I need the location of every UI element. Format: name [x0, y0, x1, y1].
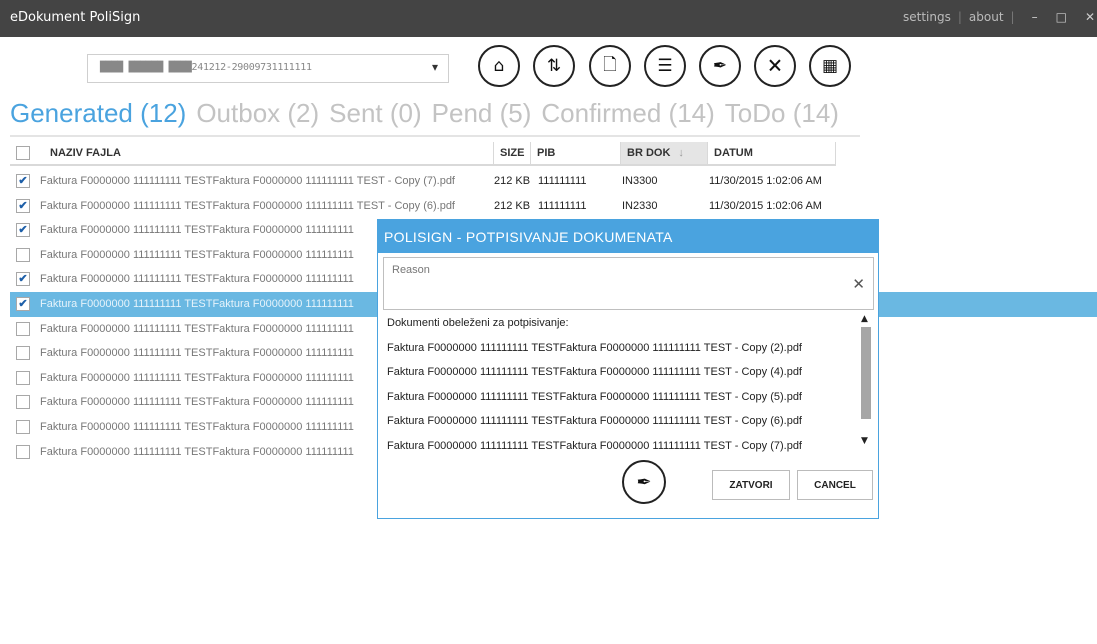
datum-cell: 11/30/2015 1:02:06 AM: [709, 199, 822, 212]
row-checkbox[interactable]: [16, 419, 30, 434]
file-name-cell: Faktura F0000000 111111111 TESTFaktura F…: [40, 297, 354, 310]
tab-bar: Generated (12) Outbox (2) Sent (0) Pend …: [10, 98, 849, 129]
settings-link[interactable]: settings: [903, 10, 951, 24]
row-checkbox[interactable]: [16, 346, 30, 361]
list-icon: ☰: [657, 56, 673, 76]
sync-button[interactable]: ⇅: [533, 45, 575, 87]
row-checkbox[interactable]: [16, 444, 30, 459]
scrollbar[interactable]: ▲ ▼: [859, 314, 873, 452]
column-header-size[interactable]: SIZE: [493, 142, 531, 164]
scroll-thumb[interactable]: [861, 327, 871, 419]
home-icon: ⌂: [493, 56, 505, 76]
list-item: Faktura F0000000 111111111 TESTFaktura F…: [387, 341, 802, 354]
row-checkbox[interactable]: [16, 370, 30, 385]
document-button[interactable]: 🗋: [589, 45, 631, 87]
file-name-cell: Faktura F0000000 111111111 TESTFaktura F…: [40, 347, 354, 360]
excel-export-button[interactable]: ▦: [809, 45, 851, 87]
reason-placeholder: Reason: [392, 264, 430, 276]
maximize-icon[interactable]: □: [1056, 10, 1067, 24]
scroll-down-icon[interactable]: ▼: [861, 436, 868, 446]
file-name-cell: Faktura F0000000 111111111 TESTFaktura F…: [40, 371, 354, 384]
sign-button[interactable]: ✒: [699, 45, 741, 87]
column-header-datum[interactable]: DATUM: [708, 142, 836, 164]
tab-generated[interactable]: Generated (12): [10, 98, 186, 129]
column-header-pib[interactable]: PIB: [531, 142, 621, 164]
close-icon[interactable]: ✕: [1085, 10, 1095, 24]
file-name-cell: Faktura F0000000 111111111 TESTFaktura F…: [40, 224, 354, 237]
document-list: Dokumenti obeleženi za potpisivanje: Fak…: [387, 316, 857, 463]
list-item: Faktura F0000000 111111111 TESTFaktura F…: [387, 366, 802, 378]
table-row[interactable]: ✔ Faktura F0000000 111111111 TESTFaktura …: [10, 169, 1097, 194]
column-header-brdok[interactable]: BR DOK ↓: [621, 142, 708, 164]
dialog-title: POLISIGN - POTPISIVANJE DOKUMENATA: [378, 220, 878, 253]
about-link[interactable]: about: [969, 10, 1004, 24]
sign-icon: ✒: [712, 56, 728, 76]
sync-icon: ⇅: [546, 56, 562, 76]
sign-dialog: POLISIGN - POTPISIVANJE DOKUMENATA Reaso…: [377, 219, 879, 519]
row-checkbox[interactable]: ✔: [16, 296, 30, 311]
row-checkbox[interactable]: ✔: [16, 198, 30, 213]
column-header-brdok-label: BR DOK: [627, 147, 671, 159]
size-cell: 212 KB: [494, 175, 531, 187]
document-icon: 🗋: [603, 54, 617, 75]
separator: |: [957, 10, 962, 24]
separator: |: [1010, 10, 1015, 24]
pib-cell: 111111111: [538, 175, 587, 187]
sign-confirm-button[interactable]: ✒: [622, 460, 666, 504]
file-name-cell: Faktura F0000000 111111111 TESTFaktura F…: [40, 322, 354, 335]
app-title: eDokument PoliSign: [10, 10, 141, 25]
reason-input[interactable]: Reason ✕: [383, 257, 874, 310]
select-all-checkbox[interactable]: [16, 146, 30, 160]
reject-document-button[interactable]: 🗙: [754, 45, 796, 87]
scroll-up-icon[interactable]: ▲: [861, 314, 868, 324]
row-checkbox[interactable]: [16, 321, 30, 336]
column-header-name[interactable]: NAZIV FAJLA: [44, 142, 494, 164]
tab-outbox[interactable]: Outbox (2): [196, 98, 319, 129]
pib-cell: 111111111: [538, 199, 587, 212]
file-name-cell: Faktura F0000000 111111111 TESTFaktura F…: [40, 175, 455, 187]
document-list-label: Dokumenti obeleženi za potpisivanje:: [387, 317, 569, 329]
file-name-cell: Faktura F0000000 111111111 TESTFaktura F…: [40, 199, 455, 212]
row-checkbox[interactable]: ✔: [16, 174, 30, 188]
list-item: Faktura F0000000 111111111 TESTFaktura F…: [387, 415, 802, 427]
minimize-icon[interactable]: –: [1032, 10, 1038, 24]
list-button[interactable]: ☰: [644, 45, 686, 87]
table-row[interactable]: ✔ Faktura F0000000 111111111 TESTFaktura …: [10, 194, 1097, 219]
row-checkbox[interactable]: [16, 247, 30, 262]
list-item: Faktura F0000000 111111111 TESTFaktura F…: [387, 439, 802, 452]
home-button[interactable]: ⌂: [478, 45, 520, 87]
document-x-icon: 🗙: [768, 54, 782, 75]
document-selector-value: ████ ██████ ████241212-29009731111111: [100, 62, 312, 73]
chevron-down-icon[interactable]: ▾: [432, 60, 438, 74]
file-name-cell: Faktura F0000000 111111111 TESTFaktura F…: [40, 396, 354, 409]
clear-icon[interactable]: ✕: [852, 275, 865, 293]
row-checkbox[interactable]: [16, 395, 30, 410]
grid-header: NAZIV FAJLA SIZE PIB BR DOK ↓ DATUM: [10, 142, 836, 166]
brdok-cell: IN2330: [622, 199, 658, 212]
close-button[interactable]: ZATVORI: [712, 470, 790, 500]
brdok-cell: IN3300: [622, 175, 658, 187]
title-bar: eDokument PoliSign settings | about | – …: [0, 0, 1097, 37]
list-item: Faktura F0000000 111111111 TESTFaktura F…: [387, 390, 802, 403]
file-name-cell: Faktura F0000000 111111111 TESTFaktura F…: [40, 420, 354, 433]
file-name-cell: Faktura F0000000 111111111 TESTFaktura F…: [40, 248, 354, 261]
tab-confirmed[interactable]: Confirmed (14): [541, 98, 714, 129]
tab-underline: [10, 135, 860, 137]
row-checkbox[interactable]: ✔: [16, 272, 30, 287]
excel-icon: ▦: [821, 56, 839, 76]
datum-cell: 11/30/2015 1:02:06 AM: [709, 175, 822, 187]
document-selector[interactable]: ████ ██████ ████241212-29009731111111 ▾: [87, 54, 449, 83]
cancel-button[interactable]: CANCEL: [797, 470, 873, 500]
file-name-cell: Faktura F0000000 111111111 TESTFaktura F…: [40, 273, 354, 286]
sort-arrow-icon: ↓: [678, 147, 684, 159]
file-name-cell: Faktura F0000000 111111111 TESTFaktura F…: [40, 445, 354, 458]
tab-todo[interactable]: ToDo (14): [725, 98, 839, 129]
size-cell: 212 KB: [494, 199, 531, 212]
tab-pend[interactable]: Pend (5): [432, 98, 532, 129]
pen-icon: ✒: [636, 471, 652, 493]
row-checkbox[interactable]: ✔: [16, 223, 30, 238]
window-controls: settings | about | – □ ✕: [903, 10, 1097, 24]
tab-sent[interactable]: Sent (0): [329, 98, 422, 129]
